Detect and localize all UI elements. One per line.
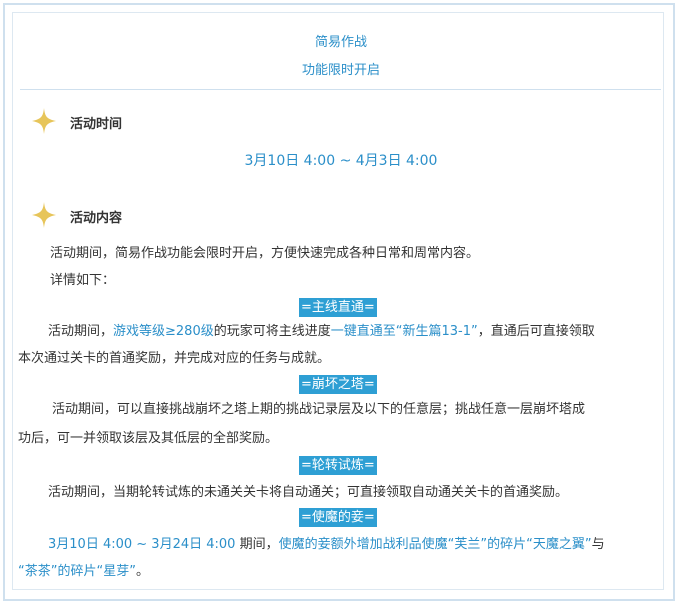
page-subtitle: 功能限时开启	[301, 63, 380, 78]
trial-paragraph: 活动期间，当期轮转试炼的未通关关卡将自动通关；可直接领取自动通关关卡的首通奖励。	[48, 485, 569, 500]
emissary-fragment-chacha: “茶茶”的碎片“星芽”	[18, 564, 136, 579]
tag-trial: =轮转试炼=	[299, 456, 377, 475]
event-time: 3月10日 4:00 ~ 4月3日 4:00	[244, 153, 438, 169]
emissary-text-c: 使魔的妾额外增加战利品使魔	[278, 537, 448, 552]
star-icon	[32, 202, 56, 228]
mainline-text-a: 活动期间，	[48, 324, 114, 339]
tag-mainline: =主线直通=	[299, 298, 377, 317]
mainline-progress-highlight: 一键直通至“新生篇13-1”	[330, 324, 478, 339]
tower-paragraph-line2: 功后，可一并领取该层及其低层的全部奖励。	[18, 431, 279, 446]
tower-paragraph-line1: 活动期间，可以直接挑战崩坏之塔上期的挑战记录层及以下的任意层；挑战任意一层崩坏塔…	[52, 402, 586, 417]
mainline-level-highlight: 游戏等级≥280级	[113, 324, 214, 339]
emissary-text-e: 与	[591, 537, 605, 552]
page-title: 简易作战	[314, 35, 367, 50]
mainline-text-e: ，直通后可直接领取	[477, 324, 595, 339]
section-title-content: 活动内容	[70, 211, 123, 226]
emissary-fragment-fran: “芙兰”的碎片“天魔之翼”	[447, 537, 592, 552]
star-icon	[32, 108, 56, 134]
section-title-time: 活动时间	[70, 117, 123, 132]
tag-emissary: =使魔的妾=	[299, 508, 377, 527]
emissary-paragraph-line2: “茶茶”的碎片“星芽”。	[18, 556, 666, 587]
emissary-time-highlight: 3月10日 4:00 ~ 3月24日 4:00	[48, 537, 236, 552]
mainline-text-c: 的玩家可将主线进度	[213, 324, 331, 339]
mainline-paragraph-line2: 本次通过关卡的首通奖励，并完成对应的任务与成就。	[18, 351, 331, 366]
emissary-text-g: 。	[135, 564, 149, 579]
tag-tower: =崩坏之塔=	[299, 375, 377, 394]
header-divider	[20, 89, 661, 90]
emissary-text-b: 期间，	[239, 537, 279, 552]
content-detail-label: 详情如下：	[50, 273, 116, 288]
